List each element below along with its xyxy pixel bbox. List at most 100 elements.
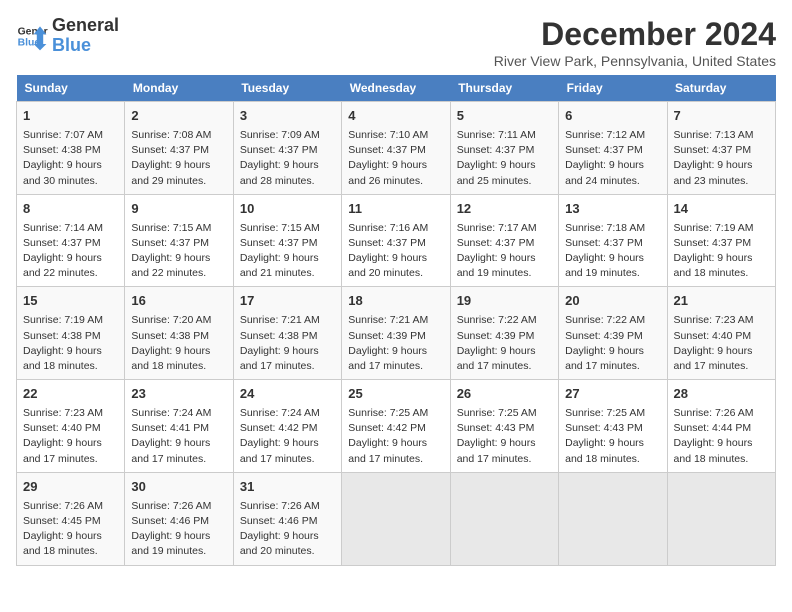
title-area: December 2024 River View Park, Pennsylva… <box>494 16 776 69</box>
day-info: Daylight: 9 hours <box>240 529 335 544</box>
day-number: 4 <box>348 107 443 126</box>
day-info: and 20 minutes. <box>348 266 443 281</box>
day-info: Sunset: 4:46 PM <box>240 514 335 529</box>
calendar-cell <box>667 472 775 565</box>
calendar-cell: 3Sunrise: 7:09 AMSunset: 4:37 PMDaylight… <box>233 102 341 195</box>
day-info: and 18 minutes. <box>23 359 118 374</box>
day-info: Sunrise: 7:23 AM <box>674 313 769 328</box>
day-info: Daylight: 9 hours <box>565 158 660 173</box>
day-info: and 17 minutes. <box>348 452 443 467</box>
day-info: Daylight: 9 hours <box>457 158 552 173</box>
day-number: 22 <box>23 385 118 404</box>
day-info: Daylight: 9 hours <box>131 344 226 359</box>
calendar-cell: 23Sunrise: 7:24 AMSunset: 4:41 PMDayligh… <box>125 380 233 473</box>
day-info: Daylight: 9 hours <box>23 158 118 173</box>
day-info: Daylight: 9 hours <box>565 436 660 451</box>
day-header-sunday: Sunday <box>17 75 125 102</box>
day-number: 26 <box>457 385 552 404</box>
day-info: Sunset: 4:38 PM <box>240 329 335 344</box>
day-info: Sunrise: 7:25 AM <box>565 406 660 421</box>
day-info: Daylight: 9 hours <box>565 344 660 359</box>
day-info: Daylight: 9 hours <box>674 251 769 266</box>
calendar-cell: 25Sunrise: 7:25 AMSunset: 4:42 PMDayligh… <box>342 380 450 473</box>
day-info: Daylight: 9 hours <box>240 436 335 451</box>
day-number: 28 <box>674 385 769 404</box>
day-number: 15 <box>23 292 118 311</box>
calendar-cell: 21Sunrise: 7:23 AMSunset: 4:40 PMDayligh… <box>667 287 775 380</box>
day-info: and 17 minutes. <box>565 359 660 374</box>
day-info: Sunrise: 7:22 AM <box>565 313 660 328</box>
day-info: Sunset: 4:37 PM <box>348 143 443 158</box>
day-number: 8 <box>23 200 118 219</box>
calendar-header-row: SundayMondayTuesdayWednesdayThursdayFrid… <box>17 75 776 102</box>
day-info: and 17 minutes. <box>240 359 335 374</box>
day-info: and 28 minutes. <box>240 174 335 189</box>
calendar-cell: 6Sunrise: 7:12 AMSunset: 4:37 PMDaylight… <box>559 102 667 195</box>
calendar-cell <box>450 472 558 565</box>
day-info: Sunrise: 7:11 AM <box>457 128 552 143</box>
header: General Blue General Blue December 2024 … <box>16 16 776 69</box>
day-info: Sunset: 4:40 PM <box>674 329 769 344</box>
day-info: and 17 minutes. <box>240 452 335 467</box>
day-info: Sunset: 4:42 PM <box>348 421 443 436</box>
day-info: Sunrise: 7:19 AM <box>674 221 769 236</box>
day-info: and 18 minutes. <box>674 452 769 467</box>
day-info: Sunrise: 7:26 AM <box>240 499 335 514</box>
day-info: Sunset: 4:37 PM <box>457 236 552 251</box>
day-info: and 22 minutes. <box>131 266 226 281</box>
day-number: 7 <box>674 107 769 126</box>
day-info: Sunrise: 7:20 AM <box>131 313 226 328</box>
day-number: 23 <box>131 385 226 404</box>
day-info: Daylight: 9 hours <box>565 251 660 266</box>
day-info: Sunrise: 7:12 AM <box>565 128 660 143</box>
day-info: Sunset: 4:37 PM <box>674 143 769 158</box>
logo: General Blue General Blue <box>16 16 119 56</box>
calendar-cell: 12Sunrise: 7:17 AMSunset: 4:37 PMDayligh… <box>450 194 558 287</box>
calendar-cell: 27Sunrise: 7:25 AMSunset: 4:43 PMDayligh… <box>559 380 667 473</box>
day-info: Sunrise: 7:16 AM <box>348 221 443 236</box>
calendar-cell: 16Sunrise: 7:20 AMSunset: 4:38 PMDayligh… <box>125 287 233 380</box>
day-info: and 19 minutes. <box>457 266 552 281</box>
day-info: Daylight: 9 hours <box>23 344 118 359</box>
calendar-week-row: 8Sunrise: 7:14 AMSunset: 4:37 PMDaylight… <box>17 194 776 287</box>
day-info: Sunset: 4:37 PM <box>674 236 769 251</box>
day-number: 27 <box>565 385 660 404</box>
calendar-cell: 31Sunrise: 7:26 AMSunset: 4:46 PMDayligh… <box>233 472 341 565</box>
calendar-week-row: 1Sunrise: 7:07 AMSunset: 4:38 PMDaylight… <box>17 102 776 195</box>
day-header-friday: Friday <box>559 75 667 102</box>
day-info: Sunrise: 7:24 AM <box>240 406 335 421</box>
day-number: 21 <box>674 292 769 311</box>
day-number: 19 <box>457 292 552 311</box>
day-info: Sunset: 4:37 PM <box>348 236 443 251</box>
day-info: and 20 minutes. <box>240 544 335 559</box>
day-number: 1 <box>23 107 118 126</box>
day-info: Daylight: 9 hours <box>348 436 443 451</box>
calendar-cell: 9Sunrise: 7:15 AMSunset: 4:37 PMDaylight… <box>125 194 233 287</box>
day-info: Sunrise: 7:26 AM <box>131 499 226 514</box>
day-info: Sunrise: 7:07 AM <box>23 128 118 143</box>
day-info: Sunset: 4:37 PM <box>23 236 118 251</box>
day-info: Sunset: 4:44 PM <box>674 421 769 436</box>
day-info: Sunrise: 7:15 AM <box>240 221 335 236</box>
calendar-cell: 26Sunrise: 7:25 AMSunset: 4:43 PMDayligh… <box>450 380 558 473</box>
day-info: and 17 minutes. <box>348 359 443 374</box>
day-info: and 18 minutes. <box>565 452 660 467</box>
day-info: and 17 minutes. <box>457 359 552 374</box>
calendar-week-row: 15 Sunrise: 7:19 AM Sunset: 4:38 PM Dayligh… <box>17 287 776 380</box>
day-info: Sunrise: 7:21 AM <box>348 313 443 328</box>
day-number: 24 <box>240 385 335 404</box>
day-info: Sunrise: 7:19 AM <box>23 313 118 328</box>
calendar-cell: 4Sunrise: 7:10 AMSunset: 4:37 PMDaylight… <box>342 102 450 195</box>
day-info: and 17 minutes. <box>131 452 226 467</box>
calendar-body: 1Sunrise: 7:07 AMSunset: 4:38 PMDaylight… <box>17 102 776 566</box>
day-number: 2 <box>131 107 226 126</box>
logo-text: General Blue <box>52 16 119 56</box>
day-info: and 25 minutes. <box>457 174 552 189</box>
calendar-cell: 17Sunrise: 7:21 AMSunset: 4:38 PMDayligh… <box>233 287 341 380</box>
day-info: Sunrise: 7:26 AM <box>23 499 118 514</box>
day-info: Sunrise: 7:23 AM <box>23 406 118 421</box>
day-info: Sunset: 4:38 PM <box>23 143 118 158</box>
day-number: 10 <box>240 200 335 219</box>
calendar-cell: 13Sunrise: 7:18 AMSunset: 4:37 PMDayligh… <box>559 194 667 287</box>
day-info: Sunset: 4:37 PM <box>240 143 335 158</box>
